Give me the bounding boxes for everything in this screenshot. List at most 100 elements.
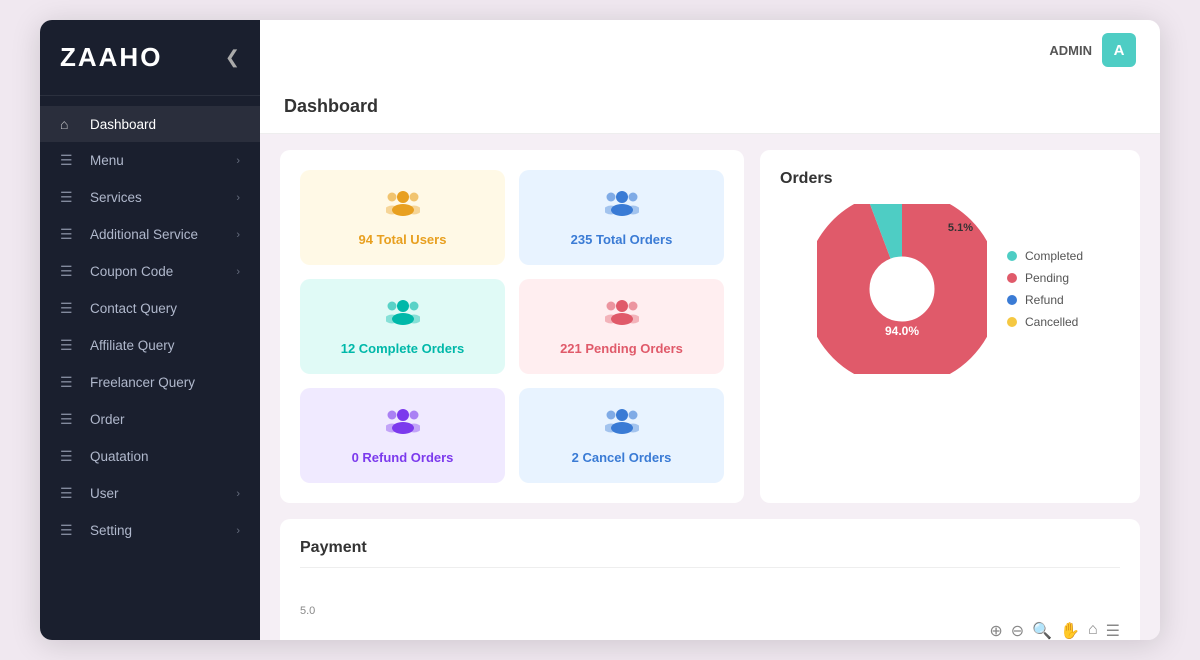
sidebar-nav: ⌂ Dashboard ☰ Menu › ☰ Services › ☰ Addi… (40, 96, 260, 559)
dashboard-grid: 94 Total Users 235 Total Orders (260, 150, 1160, 519)
stat-card-refund-orders[interactable]: 0 Refund Orders (300, 388, 505, 483)
sidebar-item-quatation[interactable]: ☰ Quatation (40, 438, 260, 475)
nav-arrow-user: › (236, 488, 240, 500)
sidebar-logo: ZAAHO ❮ (40, 20, 260, 96)
sidebar-label-menu: Menu (90, 153, 236, 168)
orders-title: Orders (780, 170, 1120, 188)
stat-label-pending-orders: 221 Pending Orders (560, 341, 683, 356)
stat-label-refund-orders: 0 Refund Orders (352, 450, 454, 465)
sidebar-item-menu[interactable]: ☰ Menu › (40, 142, 260, 179)
stat-label-cancel-orders: 2 Cancel Orders (572, 450, 672, 465)
chart-legend: Completed Pending Refund Cancelled (1007, 249, 1083, 329)
sidebar-label-coupon-code: Coupon Code (90, 264, 236, 279)
nav-icon-affiliate-query: ☰ (60, 337, 80, 354)
nav-icon-contact-query: ☰ (60, 300, 80, 317)
sidebar-item-additional-service[interactable]: ☰ Additional Service › (40, 216, 260, 253)
topbar: ADMIN A (260, 20, 1160, 80)
content-area: Dashboard 94 Total Users (260, 80, 1160, 640)
nav-icon-coupon-code: ☰ (60, 263, 80, 280)
sidebar-label-setting: Setting (90, 523, 236, 538)
sidebar-label-contact-query: Contact Query (90, 301, 240, 316)
stat-card-cancel-orders[interactable]: 2 Cancel Orders (519, 388, 724, 483)
nav-arrow-coupon-code: › (236, 266, 240, 278)
legend-item-cancelled: Cancelled (1007, 315, 1083, 329)
nav-arrow-additional-service: › (236, 229, 240, 241)
pie-label-other: 5.1% (948, 222, 973, 234)
topbar-avatar[interactable]: A (1102, 33, 1136, 67)
stat-card-total-users[interactable]: 94 Total Users (300, 170, 505, 265)
sidebar-label-services: Services (90, 190, 236, 205)
sidebar-item-freelancer-query[interactable]: ☰ Freelancer Query (40, 364, 260, 401)
legend-label-completed: Completed (1025, 249, 1083, 263)
nav-icon-order: ☰ (60, 411, 80, 428)
payment-title: Payment (300, 539, 1120, 557)
stats-section: 94 Total Users 235 Total Orders (280, 150, 744, 503)
pie-chart-wrapper: 94.0% 5.1% (817, 204, 987, 374)
sidebar-label-affiliate-query: Affiliate Query (90, 338, 240, 353)
sidebar-item-coupon-code[interactable]: ☰ Coupon Code › (40, 253, 260, 290)
nav-icon-quatation: ☰ (60, 448, 80, 465)
legend-label-pending: Pending (1025, 271, 1069, 285)
page-title: Dashboard (284, 96, 1136, 117)
legend-item-refund: Refund (1007, 293, 1083, 307)
sidebar-item-setting[interactable]: ☰ Setting › (40, 512, 260, 549)
nav-icon-setting: ☰ (60, 522, 80, 539)
sidebar-item-services[interactable]: ☰ Services › (40, 179, 260, 216)
legend-dot-pending (1007, 273, 1017, 283)
page-title-bar: Dashboard (260, 80, 1160, 134)
sidebar-label-freelancer-query: Freelancer Query (90, 375, 240, 390)
app-wrapper: ZAAHO ❮ ⌂ Dashboard ☰ Menu › ☰ Services … (40, 20, 1160, 640)
chart-ctrl-2[interactable]: 🔍 (1032, 621, 1052, 640)
sidebar-item-dashboard[interactable]: ⌂ Dashboard (40, 106, 260, 142)
sidebar-label-user: User (90, 486, 236, 501)
stat-icon-refund-orders (386, 406, 420, 442)
stat-icon-pending-orders (605, 297, 639, 333)
nav-icon-dashboard: ⌂ (60, 116, 80, 132)
nav-icon-menu: ☰ (60, 152, 80, 169)
stat-card-pending-orders[interactable]: 221 Pending Orders (519, 279, 724, 374)
stat-icon-total-users (386, 188, 420, 224)
nav-icon-freelancer-query: ☰ (60, 374, 80, 391)
legend-item-pending: Pending (1007, 271, 1083, 285)
stat-label-total-users: 94 Total Users (359, 232, 447, 247)
chart-ctrl-4[interactable]: ⌂ (1088, 621, 1098, 640)
legend-item-completed: Completed (1007, 249, 1083, 263)
app-logo: ZAAHO (60, 42, 162, 73)
legend-label-cancelled: Cancelled (1025, 315, 1078, 329)
legend-dot-refund (1007, 295, 1017, 305)
pie-label-pending: 94.0% (885, 324, 919, 338)
nav-icon-additional-service: ☰ (60, 226, 80, 243)
sidebar-item-order[interactable]: ☰ Order (40, 401, 260, 438)
nav-icon-user: ☰ (60, 485, 80, 502)
nav-icon-services: ☰ (60, 189, 80, 206)
chart-container: 94.0% 5.1% Completed Pending Refund Canc… (780, 204, 1120, 374)
nav-arrow-services: › (236, 192, 240, 204)
payment-chart-area: 5.0 (300, 567, 1120, 617)
stat-label-total-orders: 235 Total Orders (571, 232, 673, 247)
chart-ctrl-3[interactable]: ✋ (1060, 621, 1080, 640)
stat-card-complete-orders[interactable]: 12 Complete Orders (300, 279, 505, 374)
sidebar-label-quatation: Quatation (90, 449, 240, 464)
topbar-user: ADMIN A (1049, 33, 1136, 67)
sidebar-label-order: Order (90, 412, 240, 427)
nav-arrow-menu: › (236, 155, 240, 167)
chart-ctrl-0[interactable]: ⊕ (989, 621, 1002, 640)
sidebar: ZAAHO ❮ ⌂ Dashboard ☰ Menu › ☰ Services … (40, 20, 260, 640)
sidebar-item-user[interactable]: ☰ User › (40, 475, 260, 512)
payment-section: Payment 5.0 ⊕ ⊖ 🔍 ✋ ⌂ ☰ (280, 519, 1140, 640)
stat-icon-cancel-orders (605, 406, 639, 442)
nav-arrow-setting: › (236, 525, 240, 537)
sidebar-item-contact-query[interactable]: ☰ Contact Query (40, 290, 260, 327)
payment-chart-controls: ⊕ ⊖ 🔍 ✋ ⌂ ☰ (300, 617, 1120, 640)
stat-label-complete-orders: 12 Complete Orders (341, 341, 465, 356)
stat-card-total-orders[interactable]: 235 Total Orders (519, 170, 724, 265)
main-area: ADMIN A Dashboard 94 Total Use (260, 20, 1160, 640)
legend-dot-cancelled (1007, 317, 1017, 327)
sidebar-label-dashboard: Dashboard (90, 117, 240, 132)
stat-icon-total-orders (605, 188, 639, 224)
chart-ctrl-5[interactable]: ☰ (1106, 621, 1120, 640)
sidebar-item-affiliate-query[interactable]: ☰ Affiliate Query (40, 327, 260, 364)
legend-label-refund: Refund (1025, 293, 1064, 307)
chart-ctrl-1[interactable]: ⊖ (1011, 621, 1024, 640)
sidebar-collapse-button[interactable]: ❮ (225, 47, 240, 68)
